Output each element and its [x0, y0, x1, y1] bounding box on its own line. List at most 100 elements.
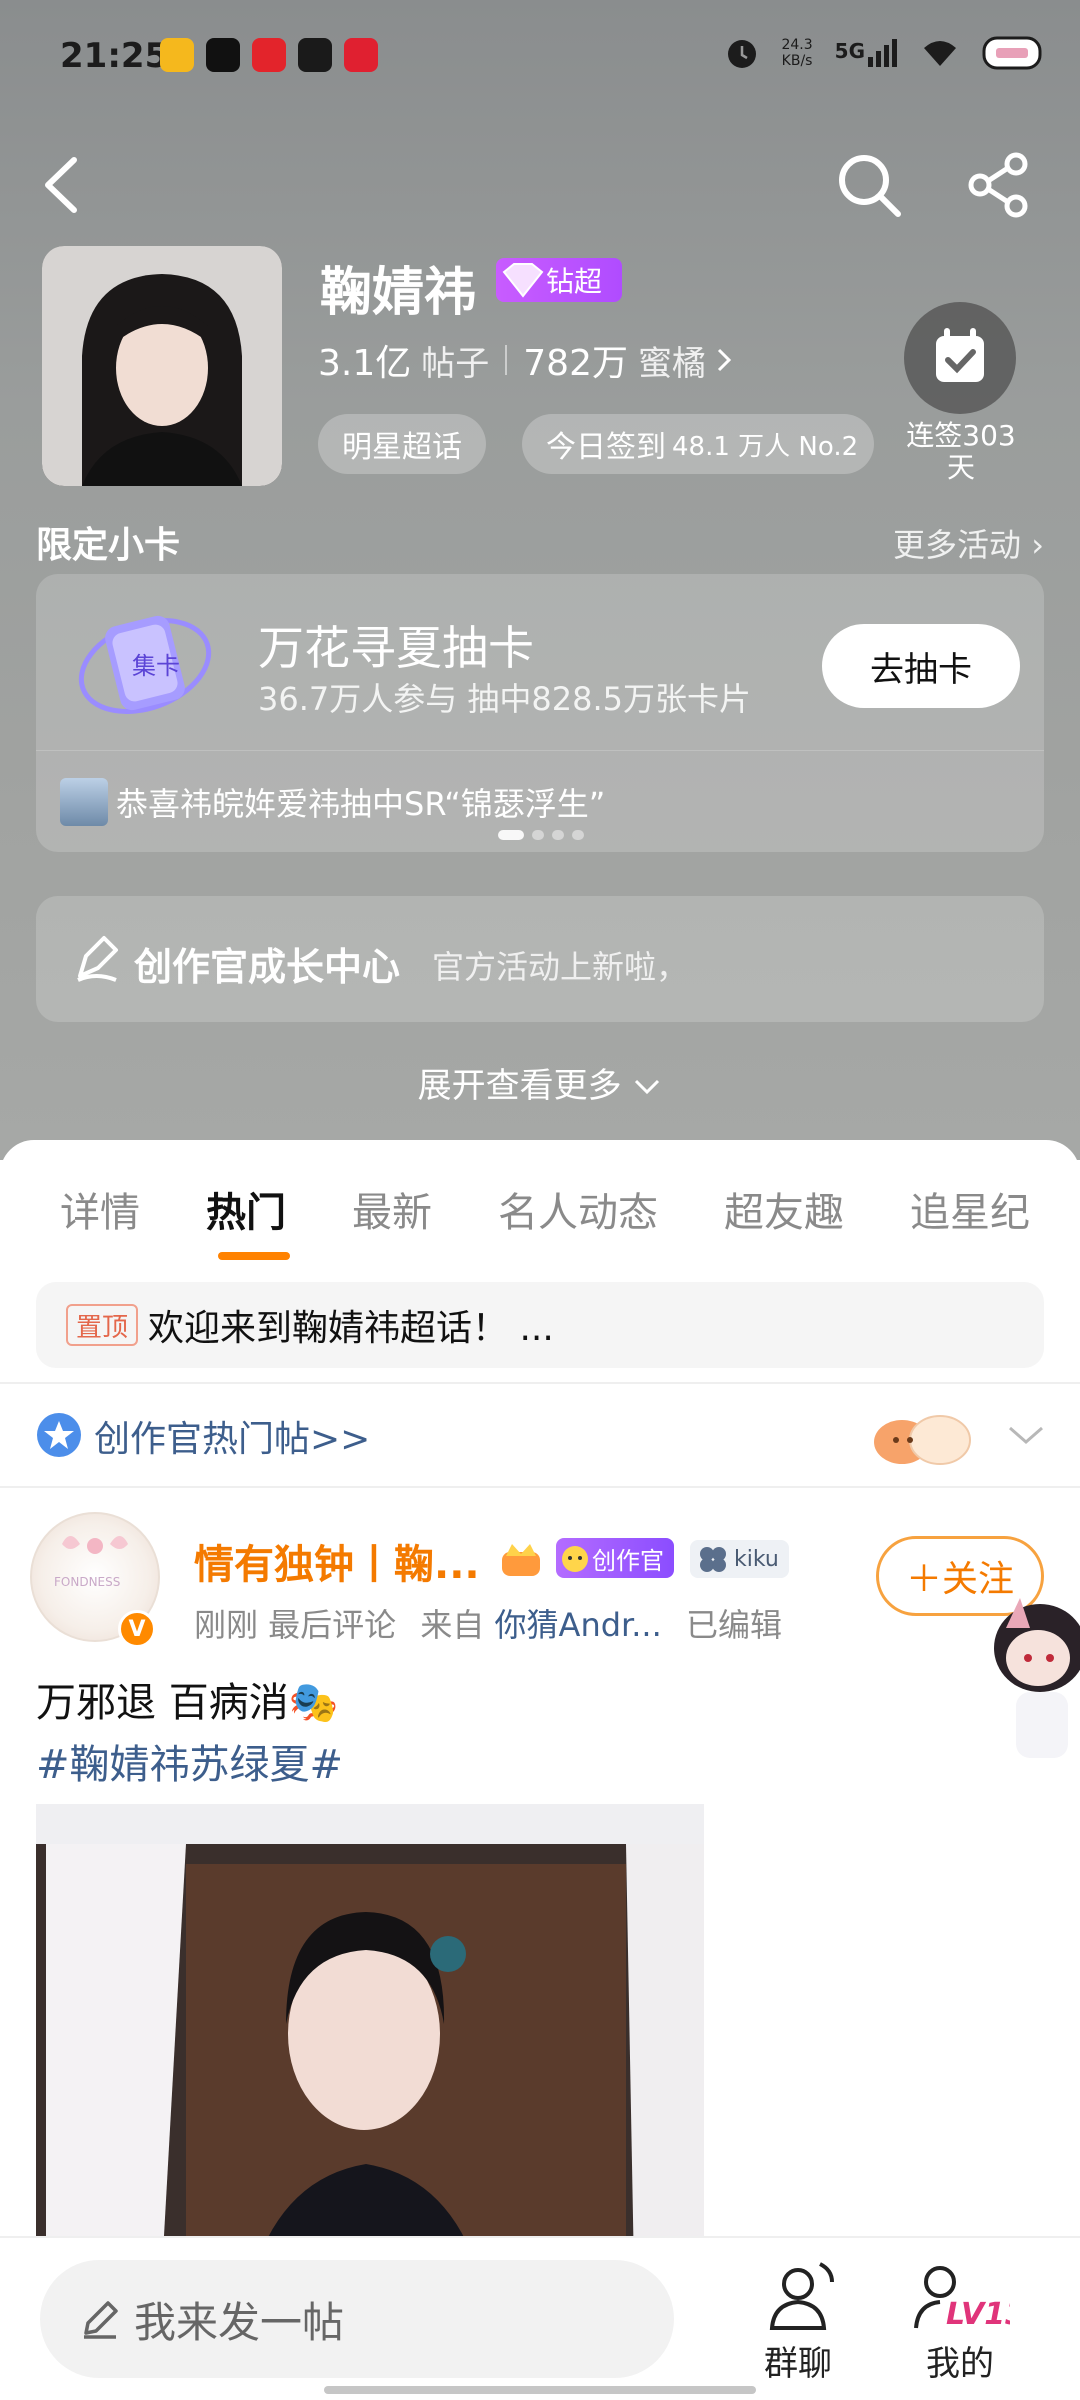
creator-hot-posts-row[interactable]: 创作官热门帖>> — [0, 1384, 1080, 1486]
mine-button[interactable]: LV13 我的 — [900, 2260, 1020, 2385]
post-source[interactable]: 你猜Andr... — [495, 1606, 662, 1644]
post-meta: 刚刚 最后评论 来自 你猜Andr... 已编辑 — [194, 1600, 782, 1646]
pencil-icon — [84, 2301, 118, 2339]
tiktok-app-icon — [206, 38, 240, 72]
creator-tag-label: 创作官 — [592, 1546, 664, 1575]
home-indicator — [324, 2386, 756, 2394]
checkin-streak: 连签303 天 — [886, 420, 1036, 484]
draw-news-ticker[interactable]: 恭喜祎皖姩爱祎抽中SR“锦瑟浮生” — [60, 778, 605, 826]
tab-star-chasing[interactable]: 追星纪 — [910, 1180, 1030, 1270]
creator-tag: 创作官 — [556, 1538, 674, 1578]
author-name[interactable]: 情有独钟丨鞠... — [194, 1532, 480, 1590]
posts-label: 帖子 — [421, 343, 490, 384]
draw-card-button[interactable]: 去抽卡 — [822, 624, 1020, 708]
card-icon-text: 集卡 — [132, 652, 180, 680]
notification-icons — [160, 38, 378, 72]
clover-icon — [700, 1547, 726, 1572]
growth-subtitle: 官方活动上新啦， — [432, 948, 689, 986]
post-from-label: 来自 — [420, 1606, 485, 1644]
messaging-app-icon — [298, 38, 332, 72]
card-divider — [36, 750, 1044, 751]
creator-hot-posts-link: 创作官热门帖>> — [94, 1419, 371, 1460]
post-hashtag[interactable]: #鞠婧祎苏绿夏# — [36, 1732, 343, 1790]
speed-value: 24.3 — [781, 37, 813, 53]
level-badge: LV13 — [946, 2297, 1010, 2332]
signal-bars-icon — [868, 39, 897, 67]
badge-label: 钻超 — [546, 265, 603, 298]
chevron-down-icon — [635, 1079, 660, 1095]
limited-cards-title: 限定小卡 — [36, 525, 181, 566]
stats-divider — [505, 345, 508, 375]
card-collection-icon: 集卡 — [78, 615, 212, 714]
pinned-text: 欢迎来到鞠婧祎超话！ ... — [148, 1308, 554, 1349]
share-icon[interactable] — [966, 152, 1032, 218]
diamond-icon — [502, 263, 544, 298]
chibi-mascot-sticker — [994, 1598, 1080, 1758]
mine-label: 我的 — [926, 2344, 994, 2384]
chevron-right-icon[interactable] — [716, 347, 732, 373]
streak-line2: 天 — [946, 451, 975, 484]
compose-placeholder: 我来发一帖 — [134, 2297, 345, 2347]
battery-icon — [982, 36, 1042, 70]
pinned-tag: 置顶 — [66, 1304, 139, 1346]
divider — [0, 1486, 1080, 1488]
checkin-label: 今日签到 — [546, 430, 666, 465]
status-time: 21:25 — [60, 36, 169, 76]
card-draw-subtitle: 36.7万人参与 抽中828.5万张卡片 — [258, 680, 752, 718]
active-tab-indicator — [218, 1252, 290, 1260]
content-sheet: 详情 热门 最新 名人动态 超友趣 追星纪 置顶 欢迎来到鞠婧祎超话！ ... … — [0, 1140, 1080, 2400]
card-draw-title: 万花寻夏抽卡 — [258, 621, 534, 675]
profile-icon: LV13 — [914, 2266, 1010, 2332]
clover-tag-label: kiku — [734, 1546, 779, 1572]
mascot-sticker — [874, 1415, 971, 1465]
growth-title: 创作官成长中心 — [134, 945, 401, 989]
back-icon[interactable] — [36, 150, 86, 220]
carousel-dot — [498, 830, 524, 840]
search-icon[interactable] — [834, 150, 904, 220]
checkin-button[interactable] — [904, 302, 1016, 414]
avatar-portrait — [42, 246, 282, 486]
card-draw-banner[interactable]: 集卡 万花寻夏抽卡 36.7万人参与 抽中828.5万张卡片 去抽卡 恭喜祎皖姩… — [36, 574, 1044, 852]
creator-pen-icon — [77, 936, 118, 982]
topic-header: 21:25 24.3 KB/s 5G 鞠婧祎 钻超 3.1亿 帖子 782万 蜜… — [0, 0, 1080, 1160]
creator-mascot-icon — [562, 1546, 588, 1572]
chevron-right-icon: › — [1031, 526, 1044, 564]
star-topic-pill[interactable]: 明星超话 — [318, 414, 486, 474]
expand-more[interactable]: 展开查看更多 — [0, 1058, 1080, 1107]
post-edited: 已编辑 — [685, 1606, 782, 1644]
fans-count[interactable]: 782万 — [523, 334, 628, 386]
more-activities-link[interactable]: 更多活动 › — [893, 520, 1044, 566]
fans-label[interactable]: 蜜橘 — [638, 336, 706, 385]
bottom-bar: 我来发一帖 群聊 LV13 我的 — [0, 2236, 1080, 2400]
weibo-app-icon — [160, 38, 194, 72]
post-time: 刚刚 最后评论 — [194, 1606, 397, 1644]
chevron-down-icon[interactable] — [1006, 1420, 1046, 1450]
alarm-icon — [728, 40, 757, 68]
topic-tabs: 详情 热门 最新 名人动态 超友趣 追星纪 — [0, 1180, 1080, 1270]
tab-fan-fun[interactable]: 超友趣 — [724, 1180, 844, 1270]
carousel-dot — [572, 830, 584, 840]
tab-celebrity-updates[interactable]: 名人动态 — [498, 1180, 658, 1270]
topic-avatar[interactable] — [42, 246, 282, 486]
tab-details[interactable]: 详情 — [60, 1180, 140, 1270]
crown-icon — [502, 1544, 540, 1576]
calendar-check-icon — [936, 328, 984, 382]
creator-growth-center[interactable]: 创作官成长中心 官方活动上新啦， — [36, 896, 1044, 1022]
compose-post-input[interactable]: 我来发一帖 — [40, 2260, 674, 2378]
group-chat-icon — [769, 2262, 834, 2330]
checkin-value: 48.1 万人 No.2 — [672, 431, 859, 462]
checkin-count-pill[interactable]: 今日签到 48.1 万人 No.2 — [522, 414, 874, 474]
diamond-super-badge[interactable]: 钻超 — [496, 258, 622, 302]
carousel-dot — [532, 830, 544, 840]
topic-stats: 3.1亿 帖子 782万 蜜橘 — [318, 334, 732, 386]
pinned-post[interactable]: 置顶 欢迎来到鞠婧祎超话！ ... — [36, 1282, 1044, 1368]
group-chat-label: 群聊 — [764, 2344, 832, 2384]
tab-latest[interactable]: 最新 — [352, 1180, 432, 1270]
avatar-text: FONDNESS — [54, 1575, 120, 1589]
winner-avatar — [60, 778, 108, 826]
group-chat-button[interactable]: 群聊 — [738, 2260, 858, 2385]
network-type: 5G — [834, 39, 865, 63]
network-speed: 24.3 KB/s — [781, 37, 812, 69]
carousel-dots — [498, 830, 584, 840]
heart-app-icon — [344, 38, 378, 72]
